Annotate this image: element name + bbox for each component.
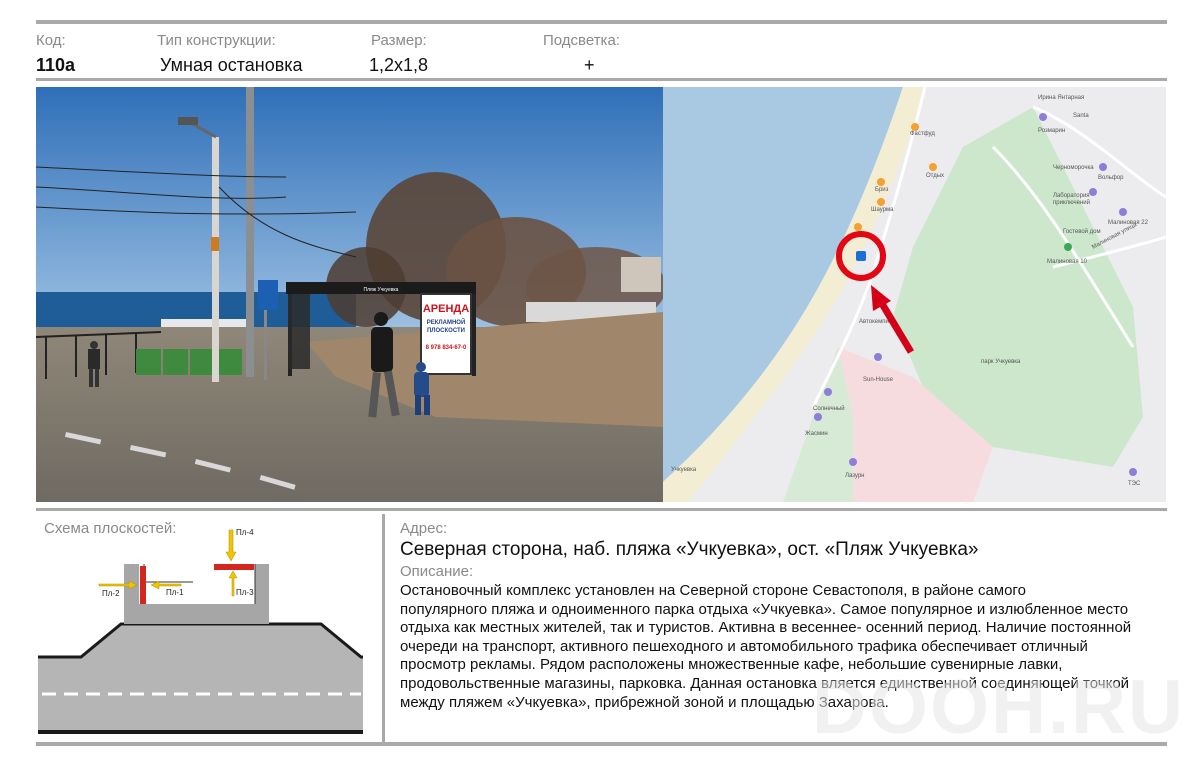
- plane-pl4: [214, 564, 254, 570]
- type-value: Умная остановка: [160, 55, 303, 75]
- plane-pl2: [140, 566, 146, 604]
- description-line: очереди на транспорт, активного пешеходн…: [400, 637, 1088, 655]
- location-map: Фастфуд Отдых Бриз Шаурма Автокемпинг Su…: [663, 87, 1166, 502]
- map-label-volfor: Вольфор: [1098, 175, 1124, 181]
- map-label-shaurma: Шаурма: [871, 207, 894, 213]
- schema-road-edge: [38, 730, 363, 734]
- map-label-chernomorochka: Черноморочка: [1053, 165, 1094, 171]
- map-label-malinovaya10: Малиновая 10: [1047, 259, 1088, 265]
- planes-schema: Схема плоскостей: Пл-4 Пл-2 Пл-1 Пл-3: [36, 514, 382, 742]
- map-label-irina: Ирина Янтарная: [1038, 95, 1084, 101]
- map-label-solnechny: Солнечный: [813, 405, 845, 412]
- address-value: Северная сторона, наб. пляжа «Учкуевка»,…: [400, 539, 979, 560]
- map-label-zhasmin: Жасмин: [805, 431, 828, 437]
- map-label-priklyucheniy: приключений: [1053, 199, 1090, 206]
- address-label: Адрес:: [400, 520, 448, 537]
- description-line: популярного пляжа и одноименного парка о…: [400, 600, 1129, 618]
- watermark: DOOH.RU: [812, 665, 1185, 750]
- plane-label-pl3: Пл-3: [236, 588, 254, 597]
- map-label-briz: Бриз: [875, 187, 889, 193]
- top-rule: [36, 20, 1167, 24]
- light-value: +: [584, 55, 595, 75]
- description-label: Описание:: [400, 563, 474, 580]
- map-label-lazurnyi: Лазурн: [845, 473, 864, 479]
- divider-vertical: [382, 514, 385, 742]
- header-rule: [36, 78, 1167, 81]
- bus-stop-sign: [258, 280, 278, 310]
- description-line: отдыха как местных жителей, так и турист…: [400, 619, 1132, 637]
- map-label-gostevoy: Гостевой дом: [1063, 228, 1101, 235]
- shelter-sign: Пляж Учкуевка: [364, 287, 399, 293]
- location-photo: АРЕНДА РЕКЛАМНОЙ ПЛОСКОСТИ 8 978 834-67-…: [36, 87, 663, 502]
- building: [621, 257, 661, 292]
- description-line: Остановочный комплекс установлен на Севе…: [400, 582, 1026, 599]
- type-label: Тип конструкции:: [157, 32, 276, 49]
- mid-rule: [36, 508, 1167, 511]
- plane-label-pl1: Пл-1: [166, 588, 184, 597]
- light-label: Подсветка:: [543, 32, 620, 49]
- size-label: Размер:: [371, 32, 427, 49]
- plane-label-pl2: Пл-2: [102, 589, 120, 598]
- billboard-phone: 8 978 834-67-0: [426, 345, 467, 351]
- billboard-sub1: РЕКЛАМНОЙ: [427, 318, 466, 326]
- map-label-uchkuevka: Учкуевка: [671, 467, 697, 473]
- map-label-laboratoriya: Лаборатория: [1053, 193, 1090, 199]
- map-label-rozmarin: Розмарин: [1038, 128, 1065, 134]
- size-value: 1,2х1,8: [369, 55, 429, 75]
- plane-label-pl4: Пл-4: [236, 528, 254, 537]
- map-label-santa: Santa: [1073, 113, 1089, 119]
- schema-road: [38, 624, 363, 734]
- bus-stop-icon: [856, 251, 866, 261]
- map-label-fastfood: Фастфуд: [910, 131, 935, 137]
- map-label-sunhouse: Sun-House: [863, 377, 894, 383]
- map-label-otdyh: Отдых: [926, 173, 944, 179]
- code-label: Код:: [36, 32, 66, 49]
- map-label-tes: ТЭС: [1128, 481, 1141, 487]
- code-value: 110а: [36, 55, 76, 75]
- map-poi-green: [1064, 243, 1072, 251]
- map-label-park: парк Учкуевка: [981, 359, 1021, 365]
- billboard-sub2: ПЛОСКОСТИ: [427, 328, 465, 334]
- billboard-title: АРЕНДА: [423, 303, 469, 315]
